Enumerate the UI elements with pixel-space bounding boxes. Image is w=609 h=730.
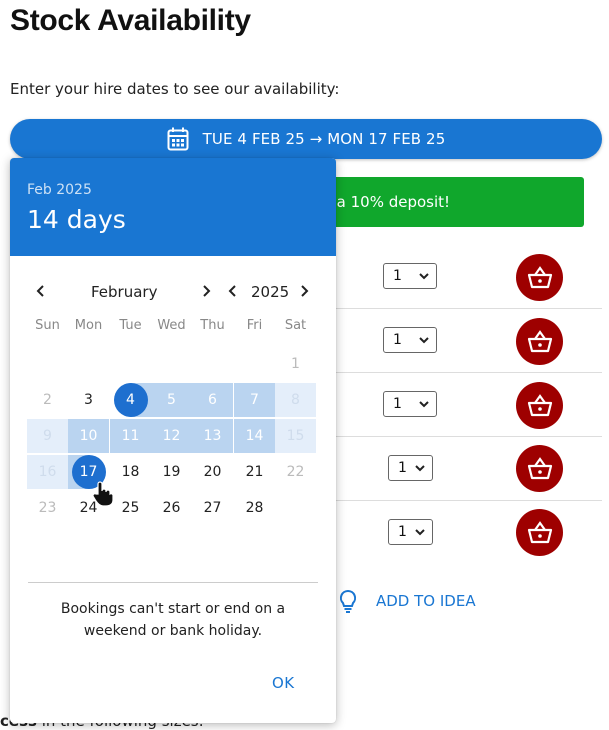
calendar-day-in-range[interactable]: 5 [151,383,192,417]
header-day-count: 14 days [27,205,126,234]
basket-icon [527,265,552,288]
intro-text: Enter your hire dates to see our availab… [10,80,340,98]
add-to-basket-button[interactable] [516,509,563,556]
quantity-select[interactable]: 1 [388,519,433,545]
chevron-down-icon [415,465,425,472]
calendar-day[interactable]: 21 [234,455,275,489]
calendar-day[interactable]: 25 [110,491,151,525]
calendar-day-in-range: 16 [27,455,68,489]
basket-icon [527,329,552,352]
page-title: Stock Availability [10,4,251,37]
weekday-label: Sun [35,318,60,333]
chevron-down-icon [415,529,425,536]
row-divider [330,372,602,373]
calendar-day-in-range[interactable]: 10 [68,419,109,453]
weekday-label: Mon [74,318,103,333]
quantity-select[interactable]: 1 [383,263,437,289]
weekday-label: Fri [246,318,263,333]
quantity-value: 1 [398,460,407,476]
prev-month-button[interactable] [31,281,51,301]
weekday-label: Thu [200,318,225,333]
calendar-day-in-range: 8 [275,383,316,417]
hand-cursor-icon [92,481,114,507]
picker-divider [28,582,318,583]
calendar-icon [167,127,189,151]
add-to-basket-button[interactable] [516,254,563,301]
basket-icon [527,456,552,479]
year-label: 2025 [251,283,290,301]
chevron-down-icon [419,273,429,280]
chevron-down-icon [419,337,429,344]
weekday-label: Tue [119,318,142,333]
chevron-down-icon [419,401,429,408]
calendar-day-in-range[interactable]: 13 [192,419,233,453]
calendar-day-selected-start[interactable]: 4 [110,383,151,417]
calendar-day-in-range[interactable]: 12 [151,419,192,453]
calendar-day: 1 [291,356,300,372]
row-divider [330,500,602,501]
quantity-select[interactable]: 1 [383,391,437,417]
weekday-label: Sat [284,318,307,333]
prev-year-button[interactable] [223,281,243,301]
calendar-day-in-range[interactable]: 14 [234,419,275,453]
add-to-basket-button[interactable] [516,445,563,492]
ok-button[interactable]: OK [272,674,295,692]
date-range-button[interactable]: TUE 4 FEB 25 → MON 17 FEB 25 [10,119,602,159]
add-to-basket-button[interactable] [516,318,563,365]
selected-day-label: 4 [113,383,148,417]
quantity-select[interactable]: 1 [383,327,437,353]
add-to-basket-button[interactable] [516,382,563,429]
header-month-year: Feb 2025 [27,182,92,198]
next-month-button[interactable] [196,281,216,301]
booking-note: Bookings can't start or end on a weekend… [60,601,286,639]
calendar-day-in-range[interactable]: 7 [234,383,275,417]
quantity-select[interactable]: 1 [388,455,433,481]
calendar-day[interactable]: 26 [151,491,192,525]
chevron-left-icon [36,285,44,297]
calendar-day: 22 [286,464,305,480]
lightbulb-icon [339,589,357,613]
calendar-day[interactable]: 20 [192,455,233,489]
calendar-day[interactable]: 3 [68,383,109,417]
calendar-day-in-range: 15 [275,419,316,453]
chevron-right-icon [301,285,309,297]
calendar-day[interactable]: 18 [110,455,151,489]
basket-icon [527,520,552,543]
weekday-label: Wed [157,318,186,333]
calendar-day-in-range: 9 [27,419,68,453]
basket-icon [527,393,552,416]
calendar-day: 2 [43,392,52,408]
calendar-day[interactable]: 27 [192,491,233,525]
chevron-left-icon [228,285,236,297]
calendar-day-in-range[interactable]: 11 [110,419,151,453]
quantity-value: 1 [393,396,402,412]
row-divider [330,308,602,309]
date-range-label: TUE 4 FEB 25 → MON 17 FEB 25 [202,130,446,148]
month-label: February [91,283,158,301]
calendar-day[interactable]: 28 [234,491,275,525]
quantity-value: 1 [398,524,407,540]
chevron-right-icon [203,285,211,297]
date-picker-header: Feb 2025 14 days [10,158,336,256]
add-to-idea-label: ADD TO IDEA [376,592,476,610]
calendar-day[interactable]: 19 [151,455,192,489]
date-picker-dialog: Feb 2025 14 days February 2025 Sun Mon T… [10,158,336,723]
next-year-button[interactable] [294,281,314,301]
deposit-banner: t a 10% deposit! [300,177,584,227]
calendar-day: 23 [38,500,57,516]
quantity-value: 1 [393,332,402,348]
row-divider [330,436,602,437]
quantity-value: 1 [393,268,402,284]
add-to-idea-button[interactable]: ADD TO IDEA [338,589,476,613]
calendar-day-in-range[interactable]: 6 [192,383,233,417]
